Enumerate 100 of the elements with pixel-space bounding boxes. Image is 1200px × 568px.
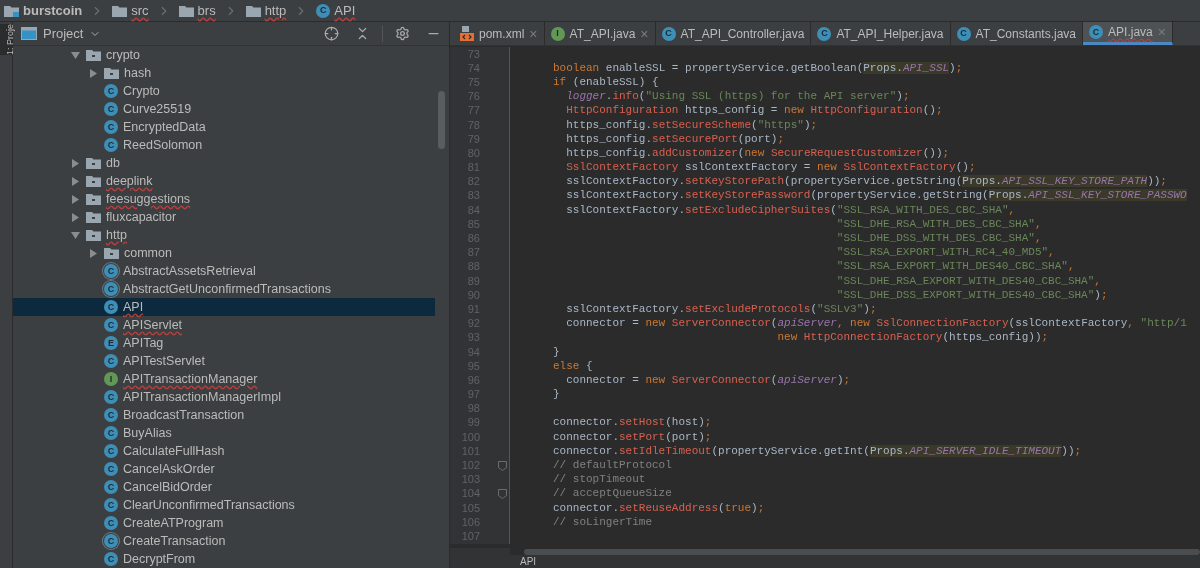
folder-icon [104,247,119,259]
breadcrumb-item[interactable]: http [264,0,287,21]
code-line: https_config.setSecurePort(port); [565,133,785,145]
tree-item[interactable]: C BuyAlias [13,424,435,442]
horizontal-scrollbar-thumb[interactable] [524,548,1200,555]
panel-window-icon [21,27,37,40]
code-line: "SSL_RSA_EXPORT_WITH_DES40_CBC_SHA", [835,261,1075,273]
tree-item[interactable]: C API [13,298,435,316]
tree-item[interactable]: feesuggestions [13,190,435,208]
class-icon: C [1089,25,1104,39]
code-line: logger.info("Using SSL (https) for the API server"); [565,91,910,103]
code-line: connector = new ServerConnector(apiServer); [565,374,851,386]
tree-item[interactable]: C CreateTransaction [13,532,435,550]
tree-item[interactable]: E APITag [13,334,435,352]
code-line: } [553,389,560,401]
tree-item[interactable]: http [13,226,435,244]
breadcrumb-item[interactable]: src [131,0,149,21]
panel-title[interactable]: Project [43,23,84,44]
tree-item[interactable]: C CalculateFullHash [13,442,435,460]
collapsed-arrow-icon[interactable] [70,176,80,186]
tree-item[interactable]: C AbstractGetUnconfirmedTransactions [13,280,435,298]
code-line: new HttpConnectionFactory(https_config)); [776,332,1049,344]
editor-breadcrumb[interactable]: API [520,557,537,567]
code-line: // acceptQueueSize [553,488,672,500]
code-line: boolean enableSSL = propertyService.getBoolean(Props.API_SSL); [553,62,963,74]
tree-item[interactable]: C ClearUnconfirmedTransactions [13,496,435,514]
tree-item[interactable]: fluxcapacitor [13,208,435,226]
tree-item[interactable]: deeplink [13,172,435,190]
tree-item[interactable]: hash [13,64,435,82]
breadcrumb-item[interactable]: brs [197,0,216,21]
folder-icon [86,157,101,169]
code-line: // stopTimeout [553,474,646,486]
folder-icon [86,229,101,241]
project-folder-icon [4,4,19,17]
code-line: SslContextFactory sslContextFactory = new SslContextFactory(); [565,162,976,174]
code-line: connector.setReuseAddress(true); [553,502,765,514]
code-line: // soLingerTime [553,516,653,528]
abstract-class-icon: C [104,282,118,296]
fold-marker-icon[interactable] [498,460,507,471]
class-icon: C [104,498,118,512]
breadcrumb-item[interactable]: API [334,0,356,21]
code-line: "SSL_DHE_RSA_WITH_DES_CBC_SHA", [835,218,1042,230]
code-line: sslContextFactory.setKeyStorePath(propertyService.getString(Props.API_SSL_KEY_STORE_PATH)); [565,176,1167,188]
class-icon: C [104,444,118,458]
code-line: sslContextFactory.setExcludeProtocols("SSLv3"); [565,303,877,315]
folder-icon [86,193,101,205]
folder-icon [104,67,119,79]
code-line: "SSL_DHE_RSA_EXPORT_WITH_DES40_CBC_SHA", [835,275,1101,287]
code-line: "SSL_RSA_EXPORT_WITH_RC4_40_MD5", [835,247,1055,259]
class-icon: C [104,552,118,566]
tree-item[interactable]: C Curve25519 [13,100,435,118]
tree-item[interactable]: C APITestServlet [13,352,435,370]
code-line: if (enableSSL) { [553,76,659,88]
tree-item[interactable]: C AbstractAssetsRetrieval [13,262,435,280]
tree-item[interactable]: C ReedSolomon [13,136,435,154]
collapsed-arrow-icon[interactable] [88,248,98,258]
tree-item[interactable]: C BroadcastTransaction [13,406,435,424]
tree-item[interactable]: crypto [13,46,435,64]
tree-item[interactable]: I APITransactionManager [13,370,435,388]
collapsed-arrow-icon[interactable] [70,158,80,168]
tree-item[interactable]: db [13,154,435,172]
folder-icon [86,175,101,187]
tree-item[interactable]: C CancelBidOrder [13,478,435,496]
code-line: HttpConfiguration https_config = new HttpConfiguration(); [565,105,943,117]
expanded-arrow-icon[interactable] [70,50,80,60]
collapsed-arrow-icon[interactable] [88,68,98,78]
class-icon: C [104,318,118,332]
tree-item[interactable]: C DecryptFrom [13,550,435,568]
interface-icon: I [550,26,565,41]
class-icon: C [104,120,118,134]
interface-icon: I [104,372,118,386]
code-line: "SSL_DHE_DSS_EXPORT_WITH_DES40_CBC_SHA"); [835,289,1108,301]
locate-icon[interactable] [324,26,339,41]
code-line: sslContextFactory.setExcludeCipherSuites("SSL_RSA_WITH_DES_CBC_SHA", [565,204,1016,216]
tree-item[interactable]: C APIServlet [13,316,435,334]
settings-icon[interactable] [395,26,410,41]
scrollbar-thumb[interactable] [438,91,445,149]
code-line: https_config.setSecureScheme("https"); [565,119,818,131]
class-icon: C [104,516,118,530]
collapsed-arrow-icon[interactable] [70,194,80,204]
breadcrumb-item[interactable]: burstcoin [23,0,83,21]
class-icon: C [104,102,118,116]
class-icon: C [104,408,118,422]
class-icon: C [104,138,118,152]
tree-item[interactable]: C CreateATProgram [13,514,435,532]
tree-item[interactable]: common [13,244,435,262]
expanded-arrow-icon[interactable] [70,230,80,240]
tree-item[interactable]: C CancelAskOrder [13,460,435,478]
abstract-class-icon: C [104,264,118,278]
tree-item[interactable]: C EncryptedData [13,118,435,136]
folder-icon [112,4,128,17]
class-icon: C [104,480,118,494]
tree-item[interactable]: C Crypto [13,82,435,100]
enum-icon: E [104,336,118,350]
abstract-class-icon: C [104,534,118,548]
class-icon: C [316,3,331,18]
tree-item[interactable]: C APITransactionManagerImpl [13,388,435,406]
fold-marker-icon[interactable] [498,488,507,499]
collapsed-arrow-icon[interactable] [70,212,80,222]
editor-tab[interactable]: C API.java × [1083,22,1173,45]
